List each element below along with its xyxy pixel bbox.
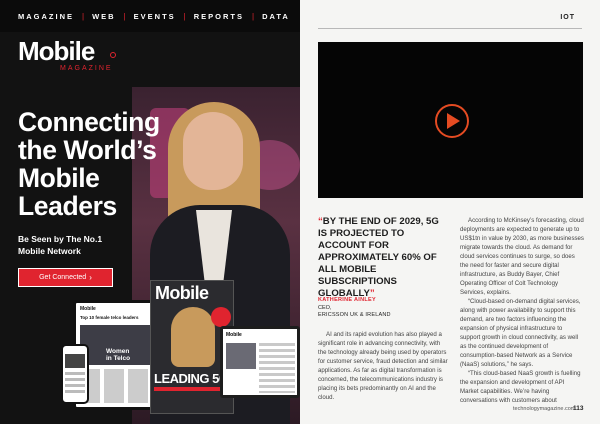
footer-site: technologymagazine.com <box>513 406 576 412</box>
nav-item-magazine[interactable]: MAGAZINE <box>18 12 74 21</box>
nav-item-web[interactable]: WEB <box>92 12 116 21</box>
tablet-logo: Mobile <box>80 306 96 312</box>
body-paragraph: “Cloud-based on-demand digital services,… <box>460 298 581 368</box>
brand-logo: Mobile MAGAZINE <box>18 36 116 72</box>
subline-line: Mobile Network <box>18 246 81 256</box>
headline-line: Leaders <box>18 191 117 221</box>
portrait-face <box>183 112 243 190</box>
body-paragraph: According to McKinsey’s forecasting, clo… <box>460 217 584 296</box>
nav-item-reports[interactable]: REPORTS <box>194 12 244 21</box>
body-column-1: AI and its rapid evolution has also play… <box>318 330 448 402</box>
tablet-feature-title: Women in Telco <box>106 348 131 362</box>
quote-author: KATHERINE AINLEY <box>318 297 376 303</box>
laptop-text-rows <box>259 343 295 393</box>
laptop-logo: Mobile <box>226 332 242 338</box>
cover-portrait <box>171 307 215 367</box>
cover-stripe <box>154 387 230 391</box>
body-column-2: According to McKinsey’s forecasting, clo… <box>460 216 584 405</box>
headline-line: Mobile <box>18 163 100 193</box>
ad-subline: Be Seen by The No.1 Mobile Network <box>18 233 138 257</box>
video-player[interactable] <box>318 42 583 198</box>
body-paragraph: “This cloud-based NaaS growth is fuellin… <box>460 370 581 404</box>
get-connected-button[interactable]: Get Connected › <box>18 268 113 287</box>
quote-organisation: ERICSSON UK & IRELAND <box>318 312 391 318</box>
cta-label: Get Connected <box>39 274 87 281</box>
subline-line: Be Seen by The No.1 <box>18 234 103 244</box>
advertisement-page: MAGAZINE | WEB | EVENTS | REPORTS | DATA… <box>0 0 300 424</box>
body-paragraph: AI and its rapid evolution has also play… <box>318 331 448 401</box>
nav-item-events[interactable]: EVENTS <box>134 12 176 21</box>
page-number: 113 <box>573 405 584 412</box>
ad-headline: Connecting the World’s Mobile Leaders <box>18 108 188 220</box>
brand-logo-word: Mobile <box>18 36 95 66</box>
tablet-heading: Top 10 female telco leaders <box>80 315 139 320</box>
cover-title: Mobile <box>155 283 209 303</box>
brand-logo-sub: MAGAZINE <box>60 65 113 72</box>
section-divider <box>318 28 582 29</box>
play-triangle <box>447 113 460 129</box>
phone-image <box>65 354 85 368</box>
cover-badge <box>211 307 231 327</box>
laptop-mockup: Mobile <box>220 326 300 398</box>
logo-dot-icon <box>110 52 116 58</box>
headline-line: the World’s <box>18 135 157 165</box>
quote-role: CEO, <box>318 305 332 311</box>
section-tag: IOT <box>560 14 575 21</box>
nav-item-data[interactable]: DATA <box>262 12 290 21</box>
chevron-right-icon: › <box>89 273 92 282</box>
tablet-article-grid <box>80 369 150 403</box>
pull-quote: “BY THE END OF 2029, 5G IS PROJECTED TO … <box>318 216 448 300</box>
phone-mockup <box>61 344 89 404</box>
cover-lead: LEADING 5G <box>154 371 229 386</box>
pull-quote-text: BY THE END OF 2029, 5G IS PROJECTED TO A… <box>318 216 439 299</box>
laptop-image <box>226 343 256 369</box>
phone-list <box>65 372 85 396</box>
headline-line: Connecting <box>18 107 160 137</box>
ad-nav-bar: MAGAZINE | WEB | EVENTS | REPORTS | DATA <box>0 0 300 32</box>
